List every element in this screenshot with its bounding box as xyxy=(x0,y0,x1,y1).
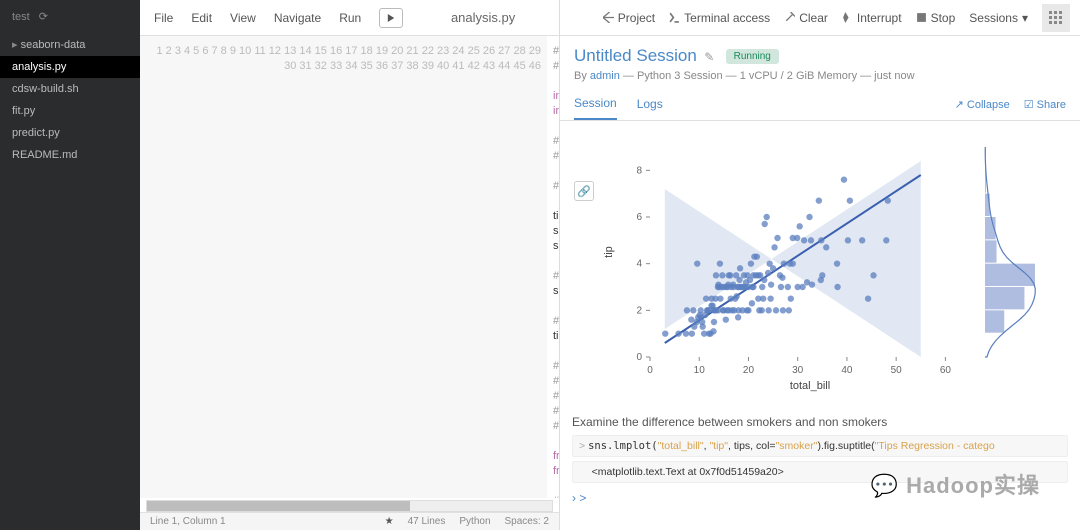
svg-text:8: 8 xyxy=(636,165,642,176)
svg-text:4: 4 xyxy=(636,259,642,270)
code-editor[interactable]: 1 2 3 4 5 6 7 8 9 10 11 12 13 14 15 16 1… xyxy=(140,36,559,498)
svg-text:10: 10 xyxy=(694,365,706,376)
svg-text:30: 30 xyxy=(792,365,804,376)
project-name: test ⟳ xyxy=(0,0,140,33)
user-link[interactable]: admin xyxy=(590,70,620,82)
menu-view[interactable]: View xyxy=(230,11,256,25)
svg-text:tip: tip xyxy=(603,246,615,258)
status-badge: Running xyxy=(726,49,779,64)
session-meta: By admin — Python 3 Session — 1 vCPU / 2… xyxy=(574,70,1066,82)
menu-edit[interactable]: Edit xyxy=(191,11,212,25)
svg-text:6: 6 xyxy=(636,212,642,223)
output-caption: Examine the difference between smokers a… xyxy=(572,415,1068,429)
share-button[interactable]: ☑ Share xyxy=(1024,98,1066,111)
output-chart: 🔗 0 10 20 30 40 50 60 0 2 4 6 8 total_bill tip xyxy=(572,127,1068,407)
output-code-1: > sns.lmplot("total_bill", "tip", tips, … xyxy=(572,435,1068,457)
svg-text:2: 2 xyxy=(636,305,642,316)
stop-button[interactable]: Stop xyxy=(916,11,956,25)
file-cdsw-build-sh[interactable]: cdsw-build.sh xyxy=(0,78,140,100)
spaces: Spaces: 2 xyxy=(505,516,549,527)
svg-text:50: 50 xyxy=(891,365,903,376)
project-button[interactable]: Project xyxy=(603,11,655,25)
session-output: 🔗 0 10 20 30 40 50 60 0 2 4 6 8 total_bill tip Examin… xyxy=(560,121,1080,530)
svg-text:60: 60 xyxy=(940,365,952,376)
input-prompt[interactable]: › > xyxy=(572,487,1068,509)
output-code-2: <matplotlib.text.Text at 0x7f0d51459a20> xyxy=(572,461,1068,483)
language: Python xyxy=(459,516,490,527)
file-fit-py[interactable]: fit.py xyxy=(0,100,140,122)
svg-text:40: 40 xyxy=(841,365,853,376)
run-button[interactable] xyxy=(379,8,403,28)
svg-text:0: 0 xyxy=(647,365,653,376)
edit-title-icon[interactable]: ✎ xyxy=(704,50,714,64)
editor-scrollbar[interactable] xyxy=(146,500,553,512)
star-icon[interactable]: ★ xyxy=(385,516,394,527)
cursor-pos: Line 1, Column 1 xyxy=(150,516,226,527)
apps-grid-icon[interactable] xyxy=(1042,4,1070,32)
line-count: 47 Lines xyxy=(408,516,446,527)
session-toolbar: Project Terminal access Clear Interrupt … xyxy=(560,0,1080,36)
file-sidebar: test ⟳ seaborn-dataanalysis.pycdsw-build… xyxy=(0,0,140,530)
interrupt-button[interactable]: Interrupt xyxy=(842,11,902,25)
caret-down-icon: ▾ xyxy=(1022,11,1028,25)
menu-navigate[interactable]: Navigate xyxy=(274,11,321,25)
editor-panel: File Edit View Navigate Run analysis.py … xyxy=(140,0,560,530)
sessions-dropdown[interactable]: Sessions ▾ xyxy=(969,11,1028,25)
session-title[interactable]: Untitled Session xyxy=(574,46,697,65)
clear-button[interactable]: Clear xyxy=(784,11,828,25)
file-predict-py[interactable]: predict.py xyxy=(0,122,140,144)
file-seaborn-data[interactable]: seaborn-data xyxy=(0,33,140,56)
svg-text:total_bill: total_bill xyxy=(790,380,830,392)
svg-text:20: 20 xyxy=(743,365,755,376)
svg-text:0: 0 xyxy=(636,352,642,363)
tab-session[interactable]: Session xyxy=(574,88,617,120)
menubar: File Edit View Navigate Run analysis.py xyxy=(140,0,559,36)
tab-logs[interactable]: Logs xyxy=(637,89,663,119)
terminal-button[interactable]: Terminal access xyxy=(669,11,770,25)
file-analysis-py[interactable]: analysis.py xyxy=(0,56,140,78)
permalink-icon[interactable]: 🔗 xyxy=(574,181,594,201)
collapse-button[interactable]: ↗ Collapse xyxy=(955,98,1010,111)
file-title: analysis.py xyxy=(421,10,545,25)
menu-run[interactable]: Run xyxy=(339,11,361,25)
refresh-icon[interactable]: ⟳ xyxy=(39,11,48,23)
menu-file[interactable]: File xyxy=(154,11,173,25)
session-panel: Project Terminal access Clear Interrupt … xyxy=(560,0,1080,530)
file-README-md[interactable]: README.md xyxy=(0,144,140,166)
statusbar: Line 1, Column 1 ★ 47 Lines Python Space… xyxy=(140,512,559,530)
